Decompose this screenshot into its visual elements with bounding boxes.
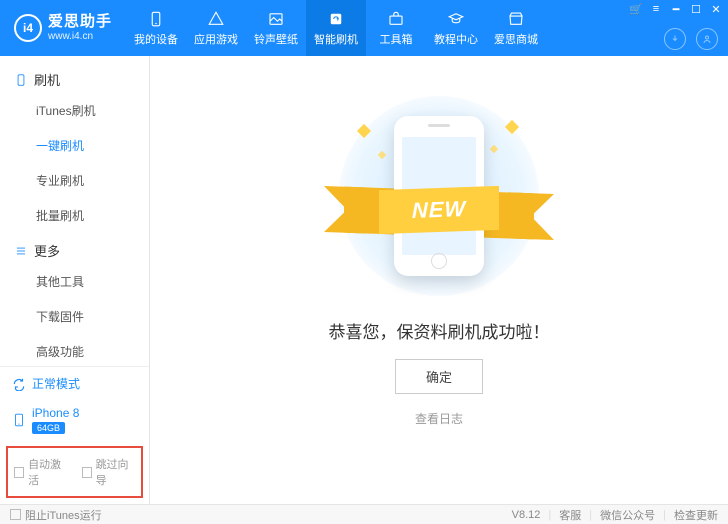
refresh-icon: [327, 10, 345, 28]
phone-icon: [147, 10, 165, 28]
sidebar-options-highlight: 自动激活 跳过向导: [6, 446, 143, 498]
nav-label: 应用游戏: [194, 31, 238, 47]
nav-label: 爱思商城: [494, 31, 538, 47]
app-header: i4 爱思助手 www.i4.cn 我的设备 应用游戏 铃声壁纸 智能刷机 工具…: [0, 0, 728, 56]
menu-icon[interactable]: ≡: [650, 3, 662, 15]
app-body: 刷机 iTunes刷机 一键刷机 专业刷机 批量刷机 更多 其他工具 下载固件 …: [0, 56, 728, 504]
sidebar-item-other-tools[interactable]: 其他工具: [0, 264, 149, 299]
phone-icon: [14, 73, 28, 87]
phone-icon: [12, 411, 26, 429]
list-icon: [14, 244, 28, 258]
apps-icon: [207, 10, 225, 28]
minimize-icon[interactable]: ━: [670, 3, 682, 15]
section-label: 刷机: [34, 70, 60, 89]
brand-url: www.i4.cn: [48, 31, 112, 42]
nav-label: 教程中心: [434, 31, 478, 47]
brand-logo-icon: i4: [14, 14, 42, 42]
sidebar-section-more: 更多: [0, 233, 149, 264]
nav-ringtones[interactable]: 铃声壁纸: [246, 0, 306, 56]
success-message: 恭喜您，保资料刷机成功啦！: [329, 318, 550, 343]
user-button[interactable]: [696, 28, 718, 50]
image-icon: [267, 10, 285, 28]
success-illustration: NEW: [319, 96, 559, 296]
storage-badge: 64GB: [32, 422, 65, 434]
divider: |: [589, 509, 592, 521]
sidebar-item-batch-flash[interactable]: 批量刷机: [0, 198, 149, 233]
refresh-icon: [12, 377, 26, 391]
device-status[interactable]: 正常模式: [0, 366, 149, 400]
brand: i4 爱思助手 www.i4.cn: [0, 14, 122, 42]
window-controls: 🛒 ≡ ━ ☐ ✕: [630, 3, 722, 15]
view-log-link[interactable]: 查看日志: [415, 410, 463, 427]
nav-tutorials[interactable]: 教程中心: [426, 0, 486, 56]
sidebar-item-itunes-flash[interactable]: iTunes刷机: [0, 93, 149, 128]
checkbox-auto-activate[interactable]: 自动激活: [14, 456, 68, 488]
divider: |: [663, 509, 666, 521]
device-name: iPhone 8: [32, 406, 79, 420]
wechat-link[interactable]: 微信公众号: [600, 507, 655, 523]
nav-apps[interactable]: 应用游戏: [186, 0, 246, 56]
nav-toolbox[interactable]: 工具箱: [366, 0, 426, 56]
nav-my-device[interactable]: 我的设备: [126, 0, 186, 56]
main-content: NEW 恭喜您，保资料刷机成功啦！ 确定 查看日志: [150, 56, 728, 504]
ok-button[interactable]: 确定: [395, 359, 483, 394]
checkbox-label: 阻止iTunes运行: [25, 507, 102, 523]
checkbox-icon: [14, 467, 24, 478]
checkbox-label: 跳过向导: [96, 456, 135, 488]
section-label: 更多: [34, 241, 60, 260]
graduation-icon: [447, 10, 465, 28]
nav-label: 工具箱: [380, 31, 413, 47]
download-button[interactable]: [664, 28, 686, 50]
checkbox-label: 自动激活: [28, 456, 67, 488]
sidebar-item-advanced[interactable]: 高级功能: [0, 334, 149, 366]
checkbox-icon: [82, 467, 92, 478]
nav-store[interactable]: 爱思商城: [486, 0, 546, 56]
close-icon[interactable]: ✕: [710, 3, 722, 15]
store-icon: [507, 10, 525, 28]
toolbox-icon: [387, 10, 405, 28]
top-nav: 我的设备 应用游戏 铃声壁纸 智能刷机 工具箱 教程中心 爱思商城: [126, 0, 546, 56]
maximize-icon[interactable]: ☐: [690, 3, 702, 15]
divider: |: [548, 509, 551, 521]
cart-icon[interactable]: 🛒: [630, 3, 642, 15]
ribbon-new: NEW: [379, 186, 499, 234]
checkbox-skip-guide[interactable]: 跳过向导: [82, 456, 136, 488]
checkbox-block-itunes[interactable]: 阻止iTunes运行: [10, 507, 102, 523]
nav-label: 智能刷机: [314, 31, 358, 47]
status-label: 正常模式: [32, 375, 80, 392]
support-link[interactable]: 客服: [559, 507, 581, 523]
status-bar: 阻止iTunes运行 V8.12 | 客服 | 微信公众号 | 检查更新: [0, 504, 728, 524]
device-info[interactable]: iPhone 8 64GB: [0, 400, 149, 442]
nav-flash[interactable]: 智能刷机: [306, 0, 366, 56]
nav-label: 铃声壁纸: [254, 31, 298, 47]
checkbox-icon: [10, 509, 21, 520]
sidebar: 刷机 iTunes刷机 一键刷机 专业刷机 批量刷机 更多 其他工具 下载固件 …: [0, 56, 150, 504]
check-update-link[interactable]: 检查更新: [674, 507, 718, 523]
sidebar-item-pro-flash[interactable]: 专业刷机: [0, 163, 149, 198]
brand-name: 爱思助手: [48, 14, 112, 31]
sidebar-item-oneclick-flash[interactable]: 一键刷机: [0, 128, 149, 163]
header-right-actions: [664, 28, 718, 50]
sidebar-section-flash: 刷机: [0, 62, 149, 93]
nav-label: 我的设备: [134, 31, 178, 47]
version-label: V8.12: [512, 509, 541, 521]
sidebar-item-download-fw[interactable]: 下载固件: [0, 299, 149, 334]
